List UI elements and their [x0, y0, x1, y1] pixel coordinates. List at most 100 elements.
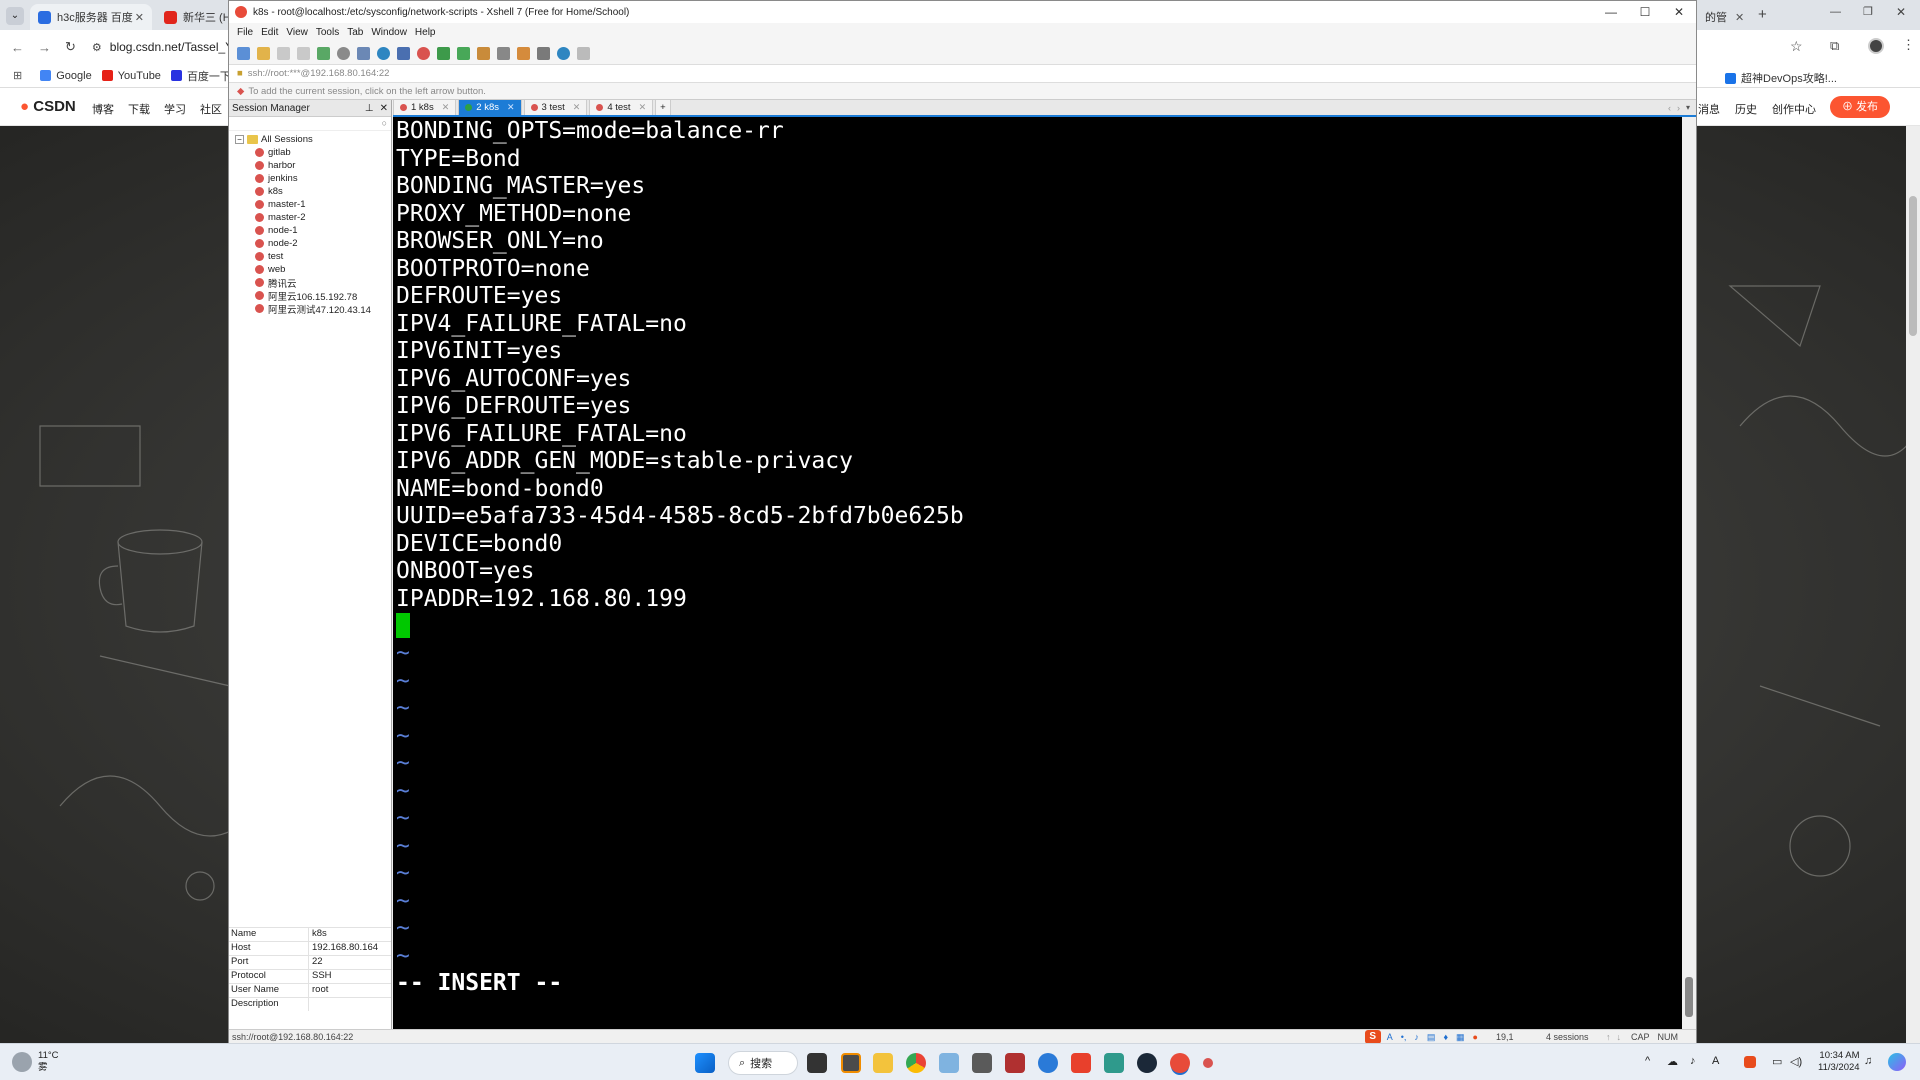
menu-file[interactable]: File	[237, 27, 253, 38]
close-icon[interactable]: ✕	[135, 11, 144, 24]
notification-icon[interactable]: ♫	[1864, 1055, 1872, 1067]
tray-chevron-icon[interactable]: ^	[1645, 1055, 1650, 1067]
close-button[interactable]: ✕	[1896, 5, 1906, 19]
session-item[interactable]: master-2	[235, 211, 391, 224]
apps-icon[interactable]: ⊞	[13, 69, 22, 82]
site-info-icon[interactable]: ⚙	[92, 41, 102, 54]
csdn-logo[interactable]: ● CSDN	[20, 98, 76, 115]
globe-icon[interactable]	[377, 46, 390, 60]
open-folder-icon[interactable]	[257, 46, 270, 60]
session-item[interactable]: test	[235, 250, 391, 263]
cloud-icon[interactable]: ☁	[1667, 1055, 1678, 1068]
restore-button[interactable]: ❐	[1863, 5, 1873, 18]
terminal[interactable]: BONDING_OPTS=mode=balance-rr TYPE=Bond B…	[393, 117, 1696, 1029]
close-icon[interactable]: ✕	[507, 102, 515, 113]
avatar[interactable]	[1868, 38, 1884, 54]
help-icon[interactable]	[557, 46, 570, 60]
start-icon[interactable]	[695, 1053, 715, 1073]
task-view-icon[interactable]	[807, 1053, 827, 1073]
menu-edit[interactable]: Edit	[261, 27, 278, 38]
sublime-icon[interactable]	[841, 1053, 861, 1073]
bookmark-youtube[interactable]: YouTube	[101, 70, 161, 82]
search-icon[interactable]: ○	[382, 118, 387, 128]
menu-tab[interactable]: Tab	[347, 27, 363, 38]
bookmark-devops[interactable]: 超神DevOps攻略!...	[1725, 70, 1837, 86]
session-item[interactable]: node-2	[235, 237, 391, 250]
new-tab-button[interactable]: +	[1758, 6, 1767, 23]
font-icon[interactable]	[397, 46, 410, 60]
session-item[interactable]: gitlab	[235, 146, 391, 159]
address-bar[interactable]: blog.csdn.net/Tassel_Y	[110, 40, 240, 54]
fullscreen-icon[interactable]	[457, 46, 470, 60]
maximize-button[interactable]: ☐	[1628, 1, 1662, 23]
wps-icon[interactable]	[1071, 1053, 1091, 1073]
transfer-icon[interactable]	[437, 46, 450, 60]
find-icon[interactable]	[337, 46, 350, 60]
keyboard-icon[interactable]	[497, 46, 510, 60]
extensions-icon[interactable]: ⧉	[1830, 38, 1839, 54]
nav-item-history[interactable]: 历史	[1735, 101, 1757, 117]
close-icon[interactable]: ✕	[442, 102, 450, 113]
ime-english-icon[interactable]: A	[1387, 1032, 1393, 1042]
browser-tab-1[interactable]: h3c服务器 百度 ✕	[30, 4, 152, 30]
close-icon[interactable]: ✕	[380, 103, 388, 114]
bookmark-baidu[interactable]: 百度一下	[170, 68, 231, 84]
tab-scroll-left-icon[interactable]: ‹	[1668, 103, 1671, 113]
ime-keyboard-icon[interactable]: ▤	[1427, 1032, 1436, 1043]
session-item[interactable]: jenkins	[235, 172, 391, 185]
weather-widget[interactable]: 11°C 雾	[12, 1050, 59, 1074]
ime-punct-icon[interactable]: •,	[1401, 1032, 1407, 1042]
session-item[interactable]: web	[235, 263, 391, 276]
clock[interactable]: 10:34 AM 11/3/2024	[1818, 1050, 1860, 1074]
volume-icon[interactable]: ◁)	[1790, 1055, 1802, 1068]
page-scrollbar[interactable]	[1906, 126, 1920, 1043]
pen-icon[interactable]: A	[1712, 1055, 1719, 1067]
disconnect-icon[interactable]	[297, 46, 310, 60]
connect-icon[interactable]	[277, 46, 290, 60]
minimize-button[interactable]: —	[1830, 6, 1841, 18]
tab-session-1[interactable]: 1 k8s ✕	[393, 99, 457, 115]
app-icon[interactable]	[1203, 1058, 1213, 1068]
session-item[interactable]: 腾讯云	[235, 276, 391, 290]
collapse-icon[interactable]: −	[235, 135, 244, 144]
tab-session-3[interactable]: 3 test ✕	[523, 99, 588, 115]
ime-avatar-icon[interactable]: ●	[1473, 1032, 1478, 1042]
everything-search-icon[interactable]	[1038, 1053, 1058, 1073]
close-icon[interactable]: ✕	[639, 102, 647, 113]
xshell-taskbar-icon[interactable]	[1170, 1053, 1190, 1073]
close-button[interactable]: ✕	[1662, 1, 1696, 23]
ime-skin-icon[interactable]: ♦	[1443, 1032, 1448, 1042]
nav-item-community[interactable]: 社区	[200, 101, 222, 117]
script-icon[interactable]	[517, 46, 530, 60]
bookmark-icon[interactable]: ◆	[237, 86, 244, 97]
minimize-button[interactable]: —	[1594, 1, 1628, 23]
sogou-tray-icon[interactable]	[1744, 1056, 1756, 1068]
microphone-icon[interactable]: ♪	[1414, 1032, 1419, 1042]
tab-session-4[interactable]: 4 test ✕	[589, 99, 654, 115]
menu-view[interactable]: View	[286, 27, 308, 38]
nav-item-creator[interactable]: 创作中心	[1772, 101, 1816, 117]
publish-button[interactable]: ⊕ 发布	[1830, 96, 1890, 118]
chat-icon[interactable]	[577, 46, 590, 60]
network-icon[interactable]: ▭	[1772, 1055, 1782, 1068]
session-item[interactable]: k8s	[235, 185, 391, 198]
new-tab-button[interactable]: +	[655, 99, 671, 115]
pin-icon[interactable]: ⊥	[365, 103, 374, 114]
reconnect-icon[interactable]	[317, 46, 330, 60]
upload-icon[interactable]: ↑	[1606, 1032, 1611, 1042]
back-icon[interactable]: ←	[11, 40, 24, 55]
browser-tab-2[interactable]: 新华三 (H3	[156, 4, 228, 30]
browser-tab-3[interactable]: 的管 ✕	[1697, 4, 1747, 30]
session-search[interactable]: ○	[229, 117, 391, 131]
search-button[interactable]: ⌕ 搜索	[728, 1051, 798, 1075]
menu-icon[interactable]: ⋮	[1902, 37, 1915, 53]
bookmark-google[interactable]: Google	[40, 70, 92, 82]
layout-icon[interactable]	[537, 46, 550, 60]
microphone-icon[interactable]: ♪	[1690, 1055, 1696, 1067]
nav-item-messages[interactable]: 消息	[1698, 101, 1720, 117]
tree-root-all-sessions[interactable]: − All Sessions	[235, 133, 391, 146]
new-session-icon[interactable]	[237, 46, 250, 60]
session-item[interactable]: master-1	[235, 198, 391, 211]
close-icon[interactable]: ✕	[573, 102, 581, 113]
session-address-bar[interactable]: ■ ssh://root:***@192.168.80.164:22	[229, 65, 1696, 83]
